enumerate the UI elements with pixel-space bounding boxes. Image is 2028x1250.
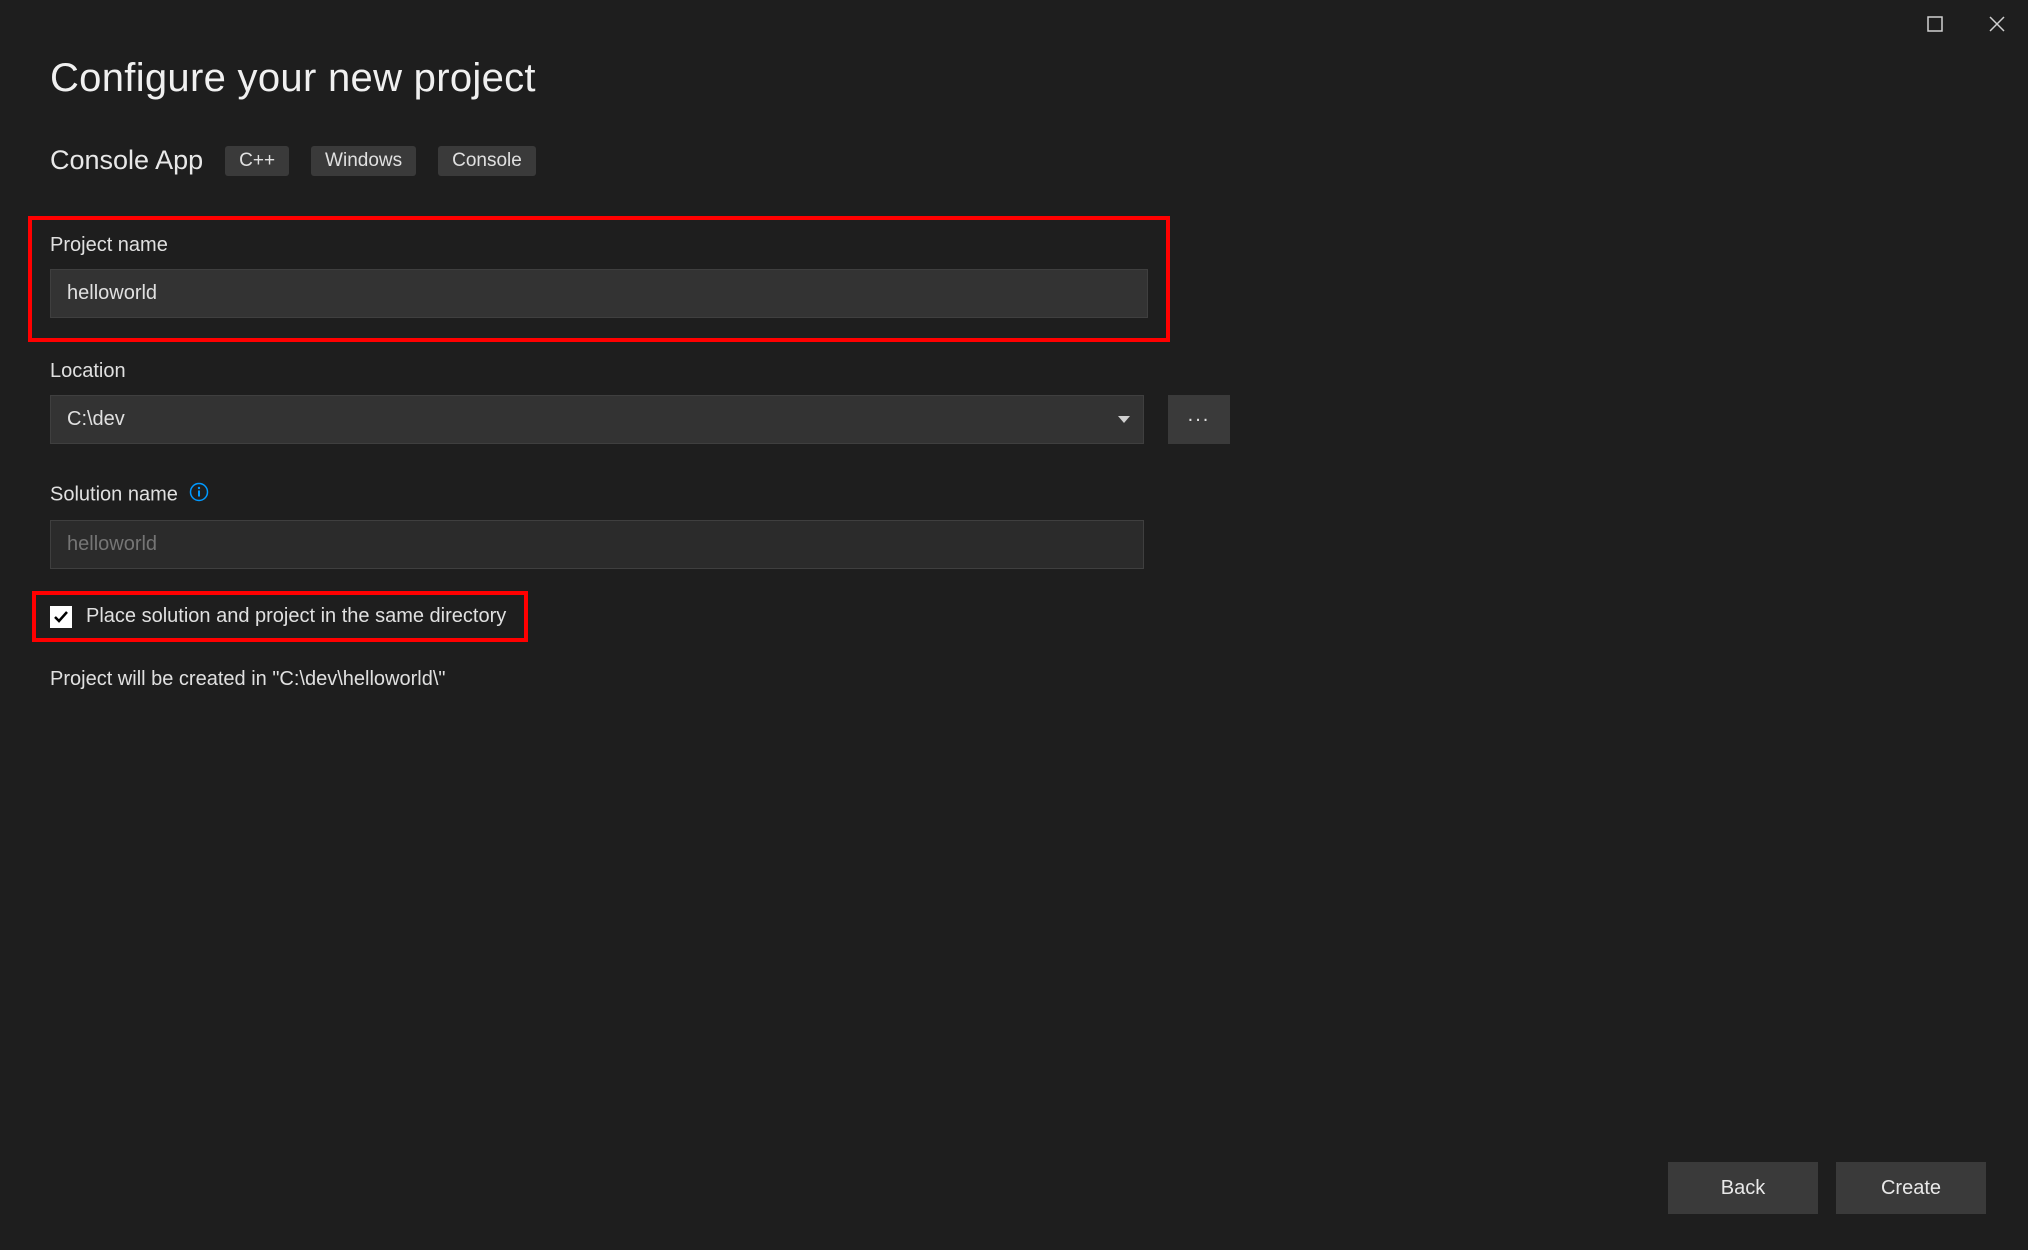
project-name-label: Project name [50,234,1148,257]
same-directory-label: Place solution and project in the same d… [86,605,506,628]
template-tag: Windows [311,146,416,176]
same-directory-checkbox[interactable] [50,606,72,628]
location-select-wrapper: C:\dev [50,395,1144,444]
window-controls [1904,0,2028,48]
back-button[interactable]: Back [1668,1162,1818,1214]
location-select[interactable]: C:\dev [50,395,1144,444]
location-group: Location C:\dev ... [50,360,1978,444]
template-tag: C++ [225,146,289,176]
location-label: Location [50,360,1978,383]
close-button[interactable] [1966,0,2028,48]
project-name-group: Project name [28,216,1170,342]
template-name: Console App [50,145,203,176]
project-name-input[interactable] [50,269,1148,318]
page-title: Configure your new project [50,56,1978,101]
template-info-row: Console App C++ Windows Console [50,145,1978,176]
same-directory-group: Place solution and project in the same d… [32,591,528,642]
solution-name-group: Solution name [50,482,1978,569]
dialog-footer: Back Create [1668,1162,1986,1214]
dialog-content: Configure your new project Console App C… [0,0,2028,691]
create-button[interactable]: Create [1836,1162,1986,1214]
solution-name-label-text: Solution name [50,483,178,505]
solution-name-input [50,520,1144,569]
creation-path-text: Project will be created in "C:\dev\hello… [50,668,1978,691]
template-tag: Console [438,146,536,176]
info-icon[interactable] [189,482,209,508]
browse-button[interactable]: ... [1168,395,1230,444]
location-value: C:\dev [67,408,125,431]
solution-name-label: Solution name [50,482,1978,508]
maximize-button[interactable] [1904,0,1966,48]
